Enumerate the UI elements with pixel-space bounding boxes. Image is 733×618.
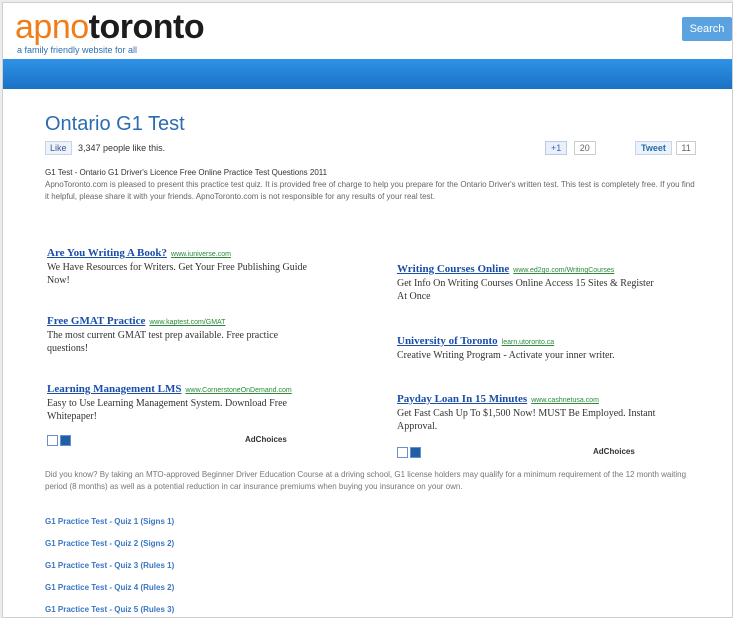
nav-bar bbox=[3, 59, 732, 89]
ad-title[interactable]: University of Toronto bbox=[397, 335, 498, 347]
ad-unit[interactable]: University of Toronto learn.utoronto.ca C… bbox=[397, 331, 662, 362]
quiz-link[interactable]: G1 Practice Test - Quiz 2 (Signs 2) bbox=[45, 539, 174, 548]
ad-title[interactable]: Are You Writing A Book? bbox=[47, 247, 167, 259]
ad-url[interactable]: www.iuniverse.com bbox=[171, 251, 231, 258]
intro-body: ApnoToronto.com is pleased to present th… bbox=[45, 180, 695, 201]
tweet-button[interactable]: Tweet bbox=[635, 141, 672, 155]
ad-page-2-button[interactable] bbox=[60, 435, 71, 447]
info-paragraph: Did you know? By taking an MTO-approved … bbox=[45, 470, 687, 491]
ad-pager-right[interactable] bbox=[397, 447, 423, 459]
page: apnotoronto a family friendly website fo… bbox=[2, 2, 733, 618]
ad-url[interactable]: www.kaptest.com/GMAT bbox=[149, 319, 225, 326]
ad-title[interactable]: Payday Loan In 15 Minutes bbox=[397, 393, 527, 405]
facebook-like-button[interactable]: Like bbox=[45, 141, 72, 155]
gplus-widget: +1 20 bbox=[545, 141, 596, 157]
ad-description: Get Info On Writing Courses Online Acces… bbox=[397, 278, 654, 302]
ad-description: Get Fast Cash Up To $1,500 Now! MUST Be … bbox=[397, 408, 656, 432]
ad-description: The most current GMAT test prep availabl… bbox=[47, 330, 279, 354]
ad-page-2-button[interactable] bbox=[410, 447, 421, 459]
gplus-count: 20 bbox=[573, 141, 596, 155]
quiz-link[interactable]: G1 Practice Test - Quiz 4 (Rules 2) bbox=[45, 583, 174, 592]
ad-description: We Have Resources for Writers. Get Your … bbox=[47, 262, 307, 286]
ad-page-1-button[interactable] bbox=[397, 447, 408, 459]
site-tagline: a family friendly website for all bbox=[17, 45, 138, 55]
ad-unit[interactable]: Learning Management LMS www.CornerstoneOn… bbox=[47, 379, 312, 423]
facebook-like-count: 3,347 people like this. bbox=[78, 143, 166, 153]
tweet-count: 11 bbox=[676, 141, 696, 155]
ad-unit[interactable]: Free GMAT Practice www.kaptest.com/GMAT T… bbox=[47, 311, 312, 355]
search-button[interactable]: Search bbox=[682, 17, 732, 41]
ad-description: Easy to Use Learning Management System. … bbox=[47, 398, 287, 422]
ad-url[interactable]: www.CornerstoneOnDemand.com bbox=[185, 387, 291, 394]
logo-part-2: toronto bbox=[88, 8, 205, 46]
quiz-link[interactable]: G1 Practice Test - Quiz 5 (Rules 3) bbox=[45, 605, 174, 614]
adchoices-label-left[interactable]: AdChoices bbox=[245, 435, 287, 444]
ad-unit[interactable]: Payday Loan In 15 Minutes www.cashnetusa.… bbox=[397, 389, 662, 433]
main-content: Ontario G1 Test Like 3,347 people like t… bbox=[23, 93, 723, 617]
site-header: apnotoronto a family friendly website fo… bbox=[3, 3, 732, 63]
ad-title[interactable]: Writing Courses Online bbox=[397, 263, 509, 275]
site-logo[interactable]: apnotoronto bbox=[15, 8, 205, 46]
tweet-widget: Tweet 11 bbox=[635, 141, 696, 157]
ad-url[interactable]: learn.utoronto.ca bbox=[502, 339, 555, 346]
facebook-like-widget: Like 3,347 people like this. bbox=[45, 141, 165, 157]
page-title: Ontario G1 Test bbox=[45, 113, 185, 135]
ad-url[interactable]: www.ed2go.com/WritingCourses bbox=[513, 267, 614, 274]
ad-title[interactable]: Free GMAT Practice bbox=[47, 315, 145, 327]
quiz-link[interactable]: G1 Practice Test - Quiz 1 (Signs 1) bbox=[45, 517, 174, 526]
adchoices-label-right[interactable]: AdChoices bbox=[593, 447, 635, 456]
ad-title[interactable]: Learning Management LMS bbox=[47, 383, 181, 395]
ad-pager-left[interactable] bbox=[47, 435, 73, 447]
gplus-button[interactable]: +1 bbox=[545, 141, 568, 155]
logo-part-1: apno bbox=[15, 8, 89, 46]
ad-unit[interactable]: Are You Writing A Book? www.iuniverse.com… bbox=[47, 243, 312, 287]
intro-text: G1 Test - Ontario G1 Driver's Licence Fr… bbox=[45, 167, 695, 203]
intro-heading: G1 Test - Ontario G1 Driver's Licence Fr… bbox=[45, 168, 328, 177]
ad-description: Creative Writing Program - Activate your… bbox=[397, 350, 615, 361]
ad-url[interactable]: www.cashnetusa.com bbox=[531, 397, 599, 404]
ad-unit[interactable]: Writing Courses Online www.ed2go.com/Writ… bbox=[397, 259, 662, 303]
ad-page-1-button[interactable] bbox=[47, 435, 58, 447]
quiz-link[interactable]: G1 Practice Test - Quiz 3 (Rules 1) bbox=[45, 561, 174, 570]
